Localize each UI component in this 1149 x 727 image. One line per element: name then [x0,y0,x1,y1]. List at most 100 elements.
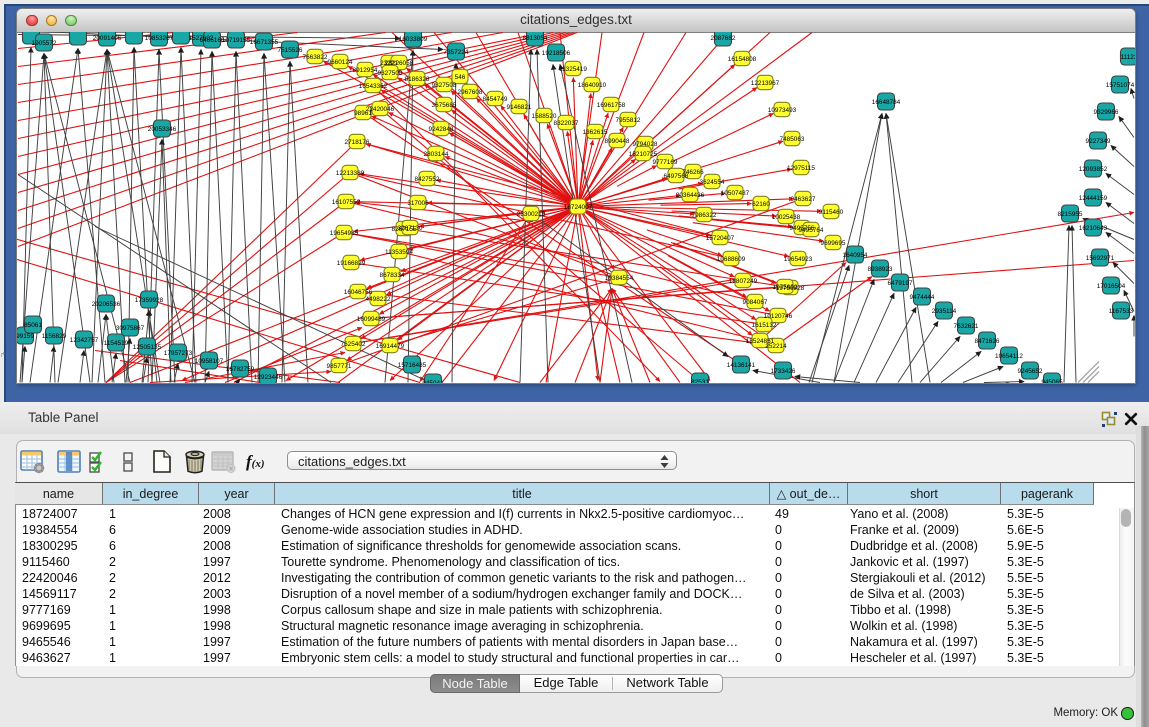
svg-text:16961758: 16961758 [597,101,626,108]
svg-text:7986322: 7986322 [692,211,717,218]
svg-text:9495764: 9495764 [799,226,824,233]
svg-text:6479197: 6479197 [888,279,913,286]
svg-text:18640910: 18640910 [578,81,607,88]
svg-text:9327506: 9327506 [378,69,403,76]
svg-text:2967608: 2967608 [458,88,483,95]
svg-text:10853267: 10853267 [145,34,174,41]
svg-text:16914479: 16914479 [376,342,405,349]
svg-text:1156829: 1156829 [42,332,67,339]
svg-text:15716485: 15716485 [398,361,427,368]
svg-text:10973493: 10973493 [768,106,797,113]
svg-text:9084067: 9084067 [743,298,768,305]
svg-text:17359928: 17359928 [135,296,164,303]
svg-text:8322037: 8322037 [554,119,579,126]
svg-text:7625402: 7625402 [341,340,366,347]
svg-text:23300215: 23300215 [517,210,546,217]
svg-text:3267130: 3267130 [398,224,423,231]
svg-text:9242848: 9242848 [429,125,454,132]
svg-text:10120746: 10120746 [764,312,793,319]
svg-text:252214: 252214 [765,342,787,349]
svg-text:12444159: 12444159 [1079,194,1108,201]
svg-text:8938923: 8938923 [868,265,893,272]
svg-text:317006: 317006 [407,199,429,206]
svg-text:546: 546 [455,73,466,80]
svg-text:9327508: 9327508 [432,81,457,88]
svg-text:16154808: 16154808 [728,55,757,62]
svg-text:2087682: 2087682 [711,34,736,41]
svg-text:1975692: 1975692 [773,283,798,290]
svg-text:16210643: 16210643 [1079,224,1108,231]
svg-text:18807249: 18807249 [729,277,758,284]
svg-text:8186328: 8186328 [405,75,430,82]
svg-text:8215955: 8215955 [1058,210,1083,217]
svg-text:2935114: 2935114 [932,307,957,314]
svg-text:8427552: 8427552 [415,175,440,182]
svg-text:99159: 99159 [17,332,34,339]
svg-text:1362615: 1362615 [583,128,608,135]
svg-text:945041: 945041 [422,379,444,382]
svg-text:16782759: 16782759 [226,365,255,372]
svg-text:19218506: 19218506 [542,49,571,56]
svg-text:9474444: 9474444 [910,293,935,300]
svg-text:1733426: 1733426 [771,367,796,374]
svg-text:7663822: 7663822 [303,53,328,60]
svg-text:9777169: 9777169 [653,158,678,165]
svg-text:9699695: 9699695 [821,239,846,246]
svg-text:1167533: 1167533 [1109,307,1134,314]
svg-text:9794028: 9794028 [633,140,658,147]
svg-text:1588520: 1588520 [532,112,557,119]
svg-text:20053346: 20053346 [148,125,177,132]
svg-text:1905572: 1905572 [32,39,57,46]
svg-text:16648784: 16648784 [872,98,901,105]
svg-text:12213389: 12213389 [336,169,365,176]
svg-text:62160: 62160 [752,200,770,207]
svg-text:20364436: 20364436 [676,191,705,198]
svg-text:82531: 82531 [691,378,709,382]
svg-text:1154519: 1154519 [104,339,129,346]
svg-text:7357224: 7357224 [444,48,469,55]
svg-text:16107552: 16107552 [332,198,361,205]
svg-text:1640954: 1640954 [843,251,868,258]
svg-text:16210725: 16210725 [629,150,658,157]
svg-text:8678334: 8678334 [380,271,405,278]
svg-text:9329966: 9329966 [1094,108,1119,115]
svg-text:12923446: 12923446 [254,373,283,380]
svg-text:11123: 11123 [1121,53,1135,60]
svg-text:10654112: 10654112 [995,352,1023,359]
svg-text:16099489: 16099489 [357,315,386,322]
svg-text:3675685: 3675685 [432,101,457,108]
svg-text:15692971: 15692971 [1086,254,1115,261]
svg-text:6497568: 6497568 [664,172,689,179]
svg-text:17957273: 17957273 [164,349,193,356]
svg-text:8454749: 8454749 [483,95,508,102]
svg-text:8990448: 8990448 [605,137,630,144]
svg-text:30975867: 30975867 [116,324,145,331]
svg-text:7632621: 7632621 [954,322,979,329]
svg-text:19384554: 19384554 [605,274,634,281]
svg-text:8813054: 8813054 [523,34,548,41]
svg-text:14136141: 14136141 [727,361,756,368]
svg-text:10688609: 10688609 [717,255,746,262]
svg-text:9857771: 9857771 [327,362,352,369]
svg-text:9115460: 9115460 [819,208,844,215]
svg-text:2718176: 2718176 [345,138,370,145]
svg-text:12093852: 12093852 [1079,165,1108,172]
svg-text:3624554: 3624554 [700,178,725,185]
svg-text:8471626: 8471626 [975,337,1000,344]
svg-text:2803144: 2803144 [424,150,449,157]
svg-text:85061: 85061 [24,321,42,328]
svg-text:7485063: 7485063 [780,135,805,142]
svg-text:10958107: 10958107 [195,357,224,364]
svg-text:16046756: 16046756 [344,288,373,295]
svg-text:9227349: 9227349 [1086,137,1111,144]
svg-text:7955812: 7955812 [616,116,641,123]
svg-text:11325419: 11325419 [559,65,587,72]
svg-text:1615132: 1615132 [752,321,777,328]
svg-text:16033809: 16033809 [399,35,428,42]
svg-text:15720407: 15720407 [706,234,735,241]
svg-text:10507487: 10507487 [721,189,750,196]
svg-text:10719155: 10719155 [222,36,251,43]
svg-text:16543362: 16543362 [359,82,388,89]
svg-text:8912954: 8912954 [353,66,378,73]
svg-text:20206536: 20206536 [92,300,121,307]
